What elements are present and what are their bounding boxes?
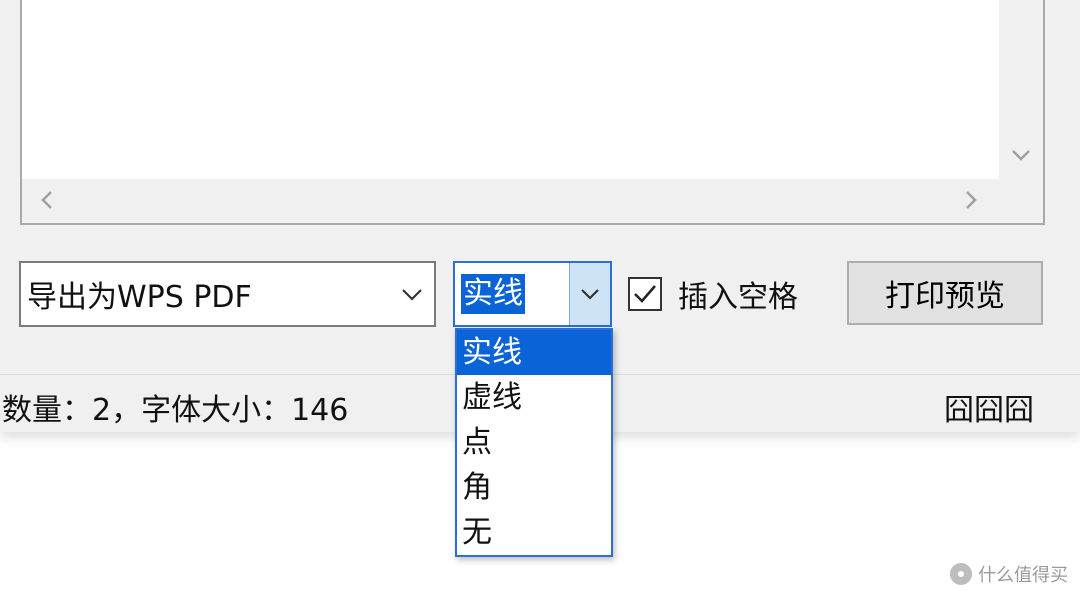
chevron-down-icon[interactable]	[1004, 138, 1038, 172]
vertical-scrollbar[interactable]	[999, 0, 1043, 180]
export-format-value: 导出为WPS PDF	[27, 280, 252, 315]
dropdown-option[interactable]: 虚线	[457, 375, 611, 420]
chevron-left-icon[interactable]	[30, 183, 64, 217]
horizontal-scrollbar[interactable]	[22, 179, 1043, 223]
insert-space-label[interactable]: 插入空格	[678, 272, 798, 316]
chevron-right-icon[interactable]	[954, 183, 988, 217]
dropdown-option[interactable]: 角	[457, 465, 611, 510]
watermark-text: 什么值得买	[978, 565, 1068, 586]
export-format-select[interactable]: 导出为WPS PDF	[19, 261, 436, 327]
preview-area[interactable]	[20, 0, 1045, 225]
chevron-down-icon[interactable]	[390, 264, 434, 324]
checkmark-icon	[634, 285, 656, 303]
status-right-text: 囧囧囧	[944, 393, 1034, 428]
dropdown-option[interactable]: 实线	[457, 330, 611, 375]
print-preview-button[interactable]: 打印预览	[847, 261, 1043, 325]
line-style-value: 实线	[461, 274, 525, 314]
dropdown-option[interactable]: 无	[457, 510, 611, 555]
line-style-dropdown-list[interactable]: 实线 虚线 点 角 无	[455, 328, 613, 557]
dropdown-option[interactable]: 点	[457, 420, 611, 465]
status-text: 数量：2，字体大小：146	[2, 393, 349, 428]
chevron-down-icon[interactable]	[569, 263, 610, 325]
line-style-combobox[interactable]: 实线	[453, 261, 612, 327]
smzdm-logo-icon	[950, 563, 972, 585]
insert-space-checkbox[interactable]	[628, 277, 662, 311]
watermark: 什么值得买	[950, 561, 1068, 587]
line-style-input[interactable]: 实线	[455, 263, 569, 325]
